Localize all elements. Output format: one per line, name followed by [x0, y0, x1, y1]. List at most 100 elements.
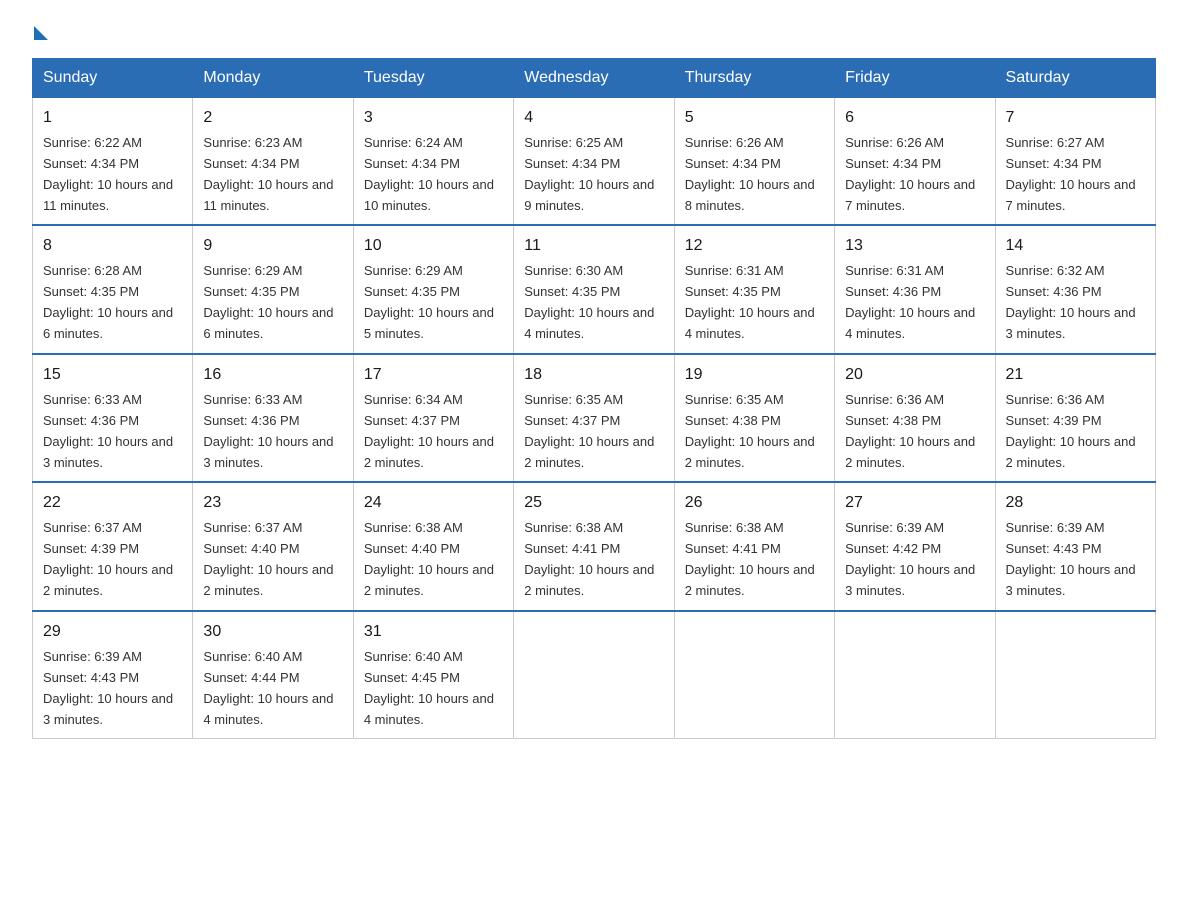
day-number: 26: [685, 491, 824, 516]
day-cell: 20Sunrise: 6:36 AMSunset: 4:38 PMDayligh…: [835, 354, 995, 482]
day-info: Sunrise: 6:26 AMSunset: 4:34 PMDaylight:…: [845, 135, 975, 213]
day-header-thursday: Thursday: [674, 59, 834, 98]
day-info: Sunrise: 6:32 AMSunset: 4:36 PMDaylight:…: [1006, 263, 1136, 341]
day-info: Sunrise: 6:36 AMSunset: 4:39 PMDaylight:…: [1006, 392, 1136, 470]
day-cell: 31Sunrise: 6:40 AMSunset: 4:45 PMDayligh…: [353, 611, 513, 739]
day-info: Sunrise: 6:22 AMSunset: 4:34 PMDaylight:…: [43, 135, 173, 213]
day-number: 10: [364, 234, 503, 259]
logo-arrow-icon: [34, 26, 48, 40]
day-cell: 13 Sunrise: 6:31 AMSunset: 4:36 PMDayligh…: [835, 225, 995, 353]
day-number: 17: [364, 363, 503, 388]
day-cell: 28 Sunrise: 6:39 AMSunset: 4:43 PMDayligh…: [995, 482, 1155, 610]
day-info: Sunrise: 6:38 AMSunset: 4:40 PMDaylight:…: [364, 520, 494, 598]
day-info: Sunrise: 6:36 AMSunset: 4:38 PMDaylight:…: [845, 392, 975, 470]
day-cell: [674, 611, 834, 739]
day-header-monday: Monday: [193, 59, 353, 98]
day-info: Sunrise: 6:29 AMSunset: 4:35 PMDaylight:…: [364, 263, 494, 341]
day-info: Sunrise: 6:35 AMSunset: 4:38 PMDaylight:…: [685, 392, 815, 470]
day-info: Sunrise: 6:39 AMSunset: 4:43 PMDaylight:…: [1006, 520, 1136, 598]
day-cell: 2Sunrise: 6:23 AMSunset: 4:34 PMDaylight…: [193, 98, 353, 226]
day-number: 12: [685, 234, 824, 259]
day-info: Sunrise: 6:33 AMSunset: 4:36 PMDaylight:…: [43, 392, 173, 470]
day-cell: 5 Sunrise: 6:26 AMSunset: 4:34 PMDaylight…: [674, 98, 834, 226]
day-cell: 26Sunrise: 6:38 AMSunset: 4:41 PMDayligh…: [674, 482, 834, 610]
day-number: 3: [364, 106, 503, 131]
day-number: 30: [203, 620, 342, 645]
day-cell: 22 Sunrise: 6:37 AMSunset: 4:39 PMDayligh…: [33, 482, 193, 610]
day-info: Sunrise: 6:37 AMSunset: 4:39 PMDaylight:…: [43, 520, 173, 598]
day-info: Sunrise: 6:31 AMSunset: 4:36 PMDaylight:…: [845, 263, 975, 341]
day-cell: 9Sunrise: 6:29 AMSunset: 4:35 PMDaylight…: [193, 225, 353, 353]
day-cell: [835, 611, 995, 739]
page-header: [32, 24, 1156, 40]
day-cell: 8 Sunrise: 6:28 AMSunset: 4:35 PMDaylight…: [33, 225, 193, 353]
day-cell: [995, 611, 1155, 739]
day-info: Sunrise: 6:25 AMSunset: 4:34 PMDaylight:…: [524, 135, 654, 213]
day-cell: 18 Sunrise: 6:35 AMSunset: 4:37 PMDayligh…: [514, 354, 674, 482]
day-cell: 14Sunrise: 6:32 AMSunset: 4:36 PMDayligh…: [995, 225, 1155, 353]
day-info: Sunrise: 6:28 AMSunset: 4:35 PMDaylight:…: [43, 263, 173, 341]
day-number: 16: [203, 363, 342, 388]
day-info: Sunrise: 6:37 AMSunset: 4:40 PMDaylight:…: [203, 520, 333, 598]
day-number: 8: [43, 234, 182, 259]
day-cell: 17 Sunrise: 6:34 AMSunset: 4:37 PMDayligh…: [353, 354, 513, 482]
day-cell: 7Sunrise: 6:27 AMSunset: 4:34 PMDaylight…: [995, 98, 1155, 226]
day-info: Sunrise: 6:39 AMSunset: 4:43 PMDaylight:…: [43, 649, 173, 727]
week-row-2: 8 Sunrise: 6:28 AMSunset: 4:35 PMDaylight…: [33, 225, 1156, 353]
day-header-tuesday: Tuesday: [353, 59, 513, 98]
day-number: 2: [203, 106, 342, 131]
day-info: Sunrise: 6:38 AMSunset: 4:41 PMDaylight:…: [524, 520, 654, 598]
day-info: Sunrise: 6:27 AMSunset: 4:34 PMDaylight:…: [1006, 135, 1136, 213]
day-info: Sunrise: 6:24 AMSunset: 4:34 PMDaylight:…: [364, 135, 494, 213]
day-info: Sunrise: 6:31 AMSunset: 4:35 PMDaylight:…: [685, 263, 815, 341]
day-cell: 21 Sunrise: 6:36 AMSunset: 4:39 PMDayligh…: [995, 354, 1155, 482]
day-info: Sunrise: 6:30 AMSunset: 4:35 PMDaylight:…: [524, 263, 654, 341]
day-info: Sunrise: 6:33 AMSunset: 4:36 PMDaylight:…: [203, 392, 333, 470]
day-number: 24: [364, 491, 503, 516]
day-number: 22: [43, 491, 182, 516]
week-row-1: 1 Sunrise: 6:22 AMSunset: 4:34 PMDaylight…: [33, 98, 1156, 226]
week-row-5: 29 Sunrise: 6:39 AMSunset: 4:43 PMDayligh…: [33, 611, 1156, 739]
day-cell: 24 Sunrise: 6:38 AMSunset: 4:40 PMDayligh…: [353, 482, 513, 610]
day-header-friday: Friday: [835, 59, 995, 98]
day-number: 1: [43, 106, 182, 131]
day-number: 21: [1006, 363, 1145, 388]
day-info: Sunrise: 6:35 AMSunset: 4:37 PMDaylight:…: [524, 392, 654, 470]
day-number: 28: [1006, 491, 1145, 516]
day-cell: 19Sunrise: 6:35 AMSunset: 4:38 PMDayligh…: [674, 354, 834, 482]
day-info: Sunrise: 6:39 AMSunset: 4:42 PMDaylight:…: [845, 520, 975, 598]
day-number: 15: [43, 363, 182, 388]
calendar-header-row: SundayMondayTuesdayWednesdayThursdayFrid…: [33, 59, 1156, 98]
day-cell: 29 Sunrise: 6:39 AMSunset: 4:43 PMDayligh…: [33, 611, 193, 739]
day-number: 23: [203, 491, 342, 516]
day-header-sunday: Sunday: [33, 59, 193, 98]
day-number: 29: [43, 620, 182, 645]
day-info: Sunrise: 6:26 AMSunset: 4:34 PMDaylight:…: [685, 135, 815, 213]
day-cell: 12 Sunrise: 6:31 AMSunset: 4:35 PMDayligh…: [674, 225, 834, 353]
day-number: 18: [524, 363, 663, 388]
day-number: 25: [524, 491, 663, 516]
day-number: 31: [364, 620, 503, 645]
day-cell: 30Sunrise: 6:40 AMSunset: 4:44 PMDayligh…: [193, 611, 353, 739]
day-number: 13: [845, 234, 984, 259]
day-number: 11: [524, 234, 663, 259]
day-cell: 6 Sunrise: 6:26 AMSunset: 4:34 PMDaylight…: [835, 98, 995, 226]
day-cell: 4Sunrise: 6:25 AMSunset: 4:34 PMDaylight…: [514, 98, 674, 226]
day-number: 27: [845, 491, 984, 516]
day-cell: 10 Sunrise: 6:29 AMSunset: 4:35 PMDayligh…: [353, 225, 513, 353]
day-number: 5: [685, 106, 824, 131]
day-cell: 23 Sunrise: 6:37 AMSunset: 4:40 PMDayligh…: [193, 482, 353, 610]
day-header-wednesday: Wednesday: [514, 59, 674, 98]
calendar-table: SundayMondayTuesdayWednesdayThursdayFrid…: [32, 58, 1156, 739]
day-cell: 3 Sunrise: 6:24 AMSunset: 4:34 PMDaylight…: [353, 98, 513, 226]
day-cell: 16 Sunrise: 6:33 AMSunset: 4:36 PMDayligh…: [193, 354, 353, 482]
day-cell: 25 Sunrise: 6:38 AMSunset: 4:41 PMDayligh…: [514, 482, 674, 610]
day-cell: 11 Sunrise: 6:30 AMSunset: 4:35 PMDayligh…: [514, 225, 674, 353]
day-cell: 27 Sunrise: 6:39 AMSunset: 4:42 PMDayligh…: [835, 482, 995, 610]
day-number: 6: [845, 106, 984, 131]
week-row-3: 15 Sunrise: 6:33 AMSunset: 4:36 PMDayligh…: [33, 354, 1156, 482]
day-info: Sunrise: 6:29 AMSunset: 4:35 PMDaylight:…: [203, 263, 333, 341]
day-header-saturday: Saturday: [995, 59, 1155, 98]
week-row-4: 22 Sunrise: 6:37 AMSunset: 4:39 PMDayligh…: [33, 482, 1156, 610]
day-info: Sunrise: 6:34 AMSunset: 4:37 PMDaylight:…: [364, 392, 494, 470]
